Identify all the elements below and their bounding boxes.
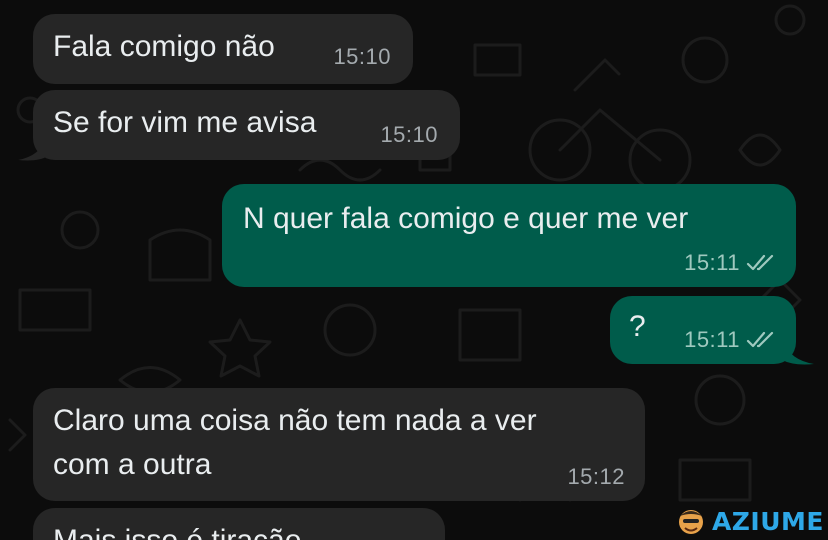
double-check-icon xyxy=(746,331,774,348)
message-text: Mais isso é tiração xyxy=(53,519,301,540)
outgoing-message-bubble[interactable]: N quer fala comigo e quer me ver 15:11 xyxy=(222,184,796,287)
message-meta: 15:10 xyxy=(380,122,438,148)
message-meta: 15:11 xyxy=(684,327,776,353)
incoming-message-bubble[interactable]: Se for vim me avisa 15:10 xyxy=(33,90,460,160)
double-check-icon xyxy=(746,254,774,271)
bubble-tail xyxy=(782,342,814,365)
message-text: ? xyxy=(629,310,646,343)
message-timestamp: 15:11 xyxy=(684,327,740,352)
incoming-message-bubble[interactable]: Mais isso é tiração xyxy=(33,508,445,540)
message-timestamp: 15:12 xyxy=(567,464,625,489)
message-timestamp: 15:11 xyxy=(684,250,740,275)
incoming-message-bubble[interactable]: Claro uma coisa não tem nada a ver com a… xyxy=(33,388,645,501)
message-text-line-1: Claro uma coisa não tem nada a ver xyxy=(53,404,537,437)
message-meta: 15:11 xyxy=(684,250,776,276)
mascot-logo-icon xyxy=(678,510,703,534)
message-text: N quer fala comigo e quer me ver xyxy=(243,202,689,235)
message-timestamp: 15:10 xyxy=(380,122,438,147)
message-meta: 15:12 xyxy=(567,464,625,490)
watermark-text: AZIUME xyxy=(711,506,824,536)
incoming-message-bubble[interactable]: Fala comigo não 15:10 xyxy=(33,14,413,84)
site-watermark: AZIUME xyxy=(674,504,824,538)
message-text: Se for vim me avisa xyxy=(53,106,317,139)
message-text: Fala comigo não xyxy=(53,30,275,63)
bubble-tail xyxy=(18,138,48,161)
message-text-line-2: com a outra xyxy=(53,448,212,481)
outgoing-message-bubble[interactable]: ? 15:11 xyxy=(610,296,796,364)
message-timestamp: 15:10 xyxy=(333,44,391,69)
message-meta: 15:10 xyxy=(333,44,391,70)
